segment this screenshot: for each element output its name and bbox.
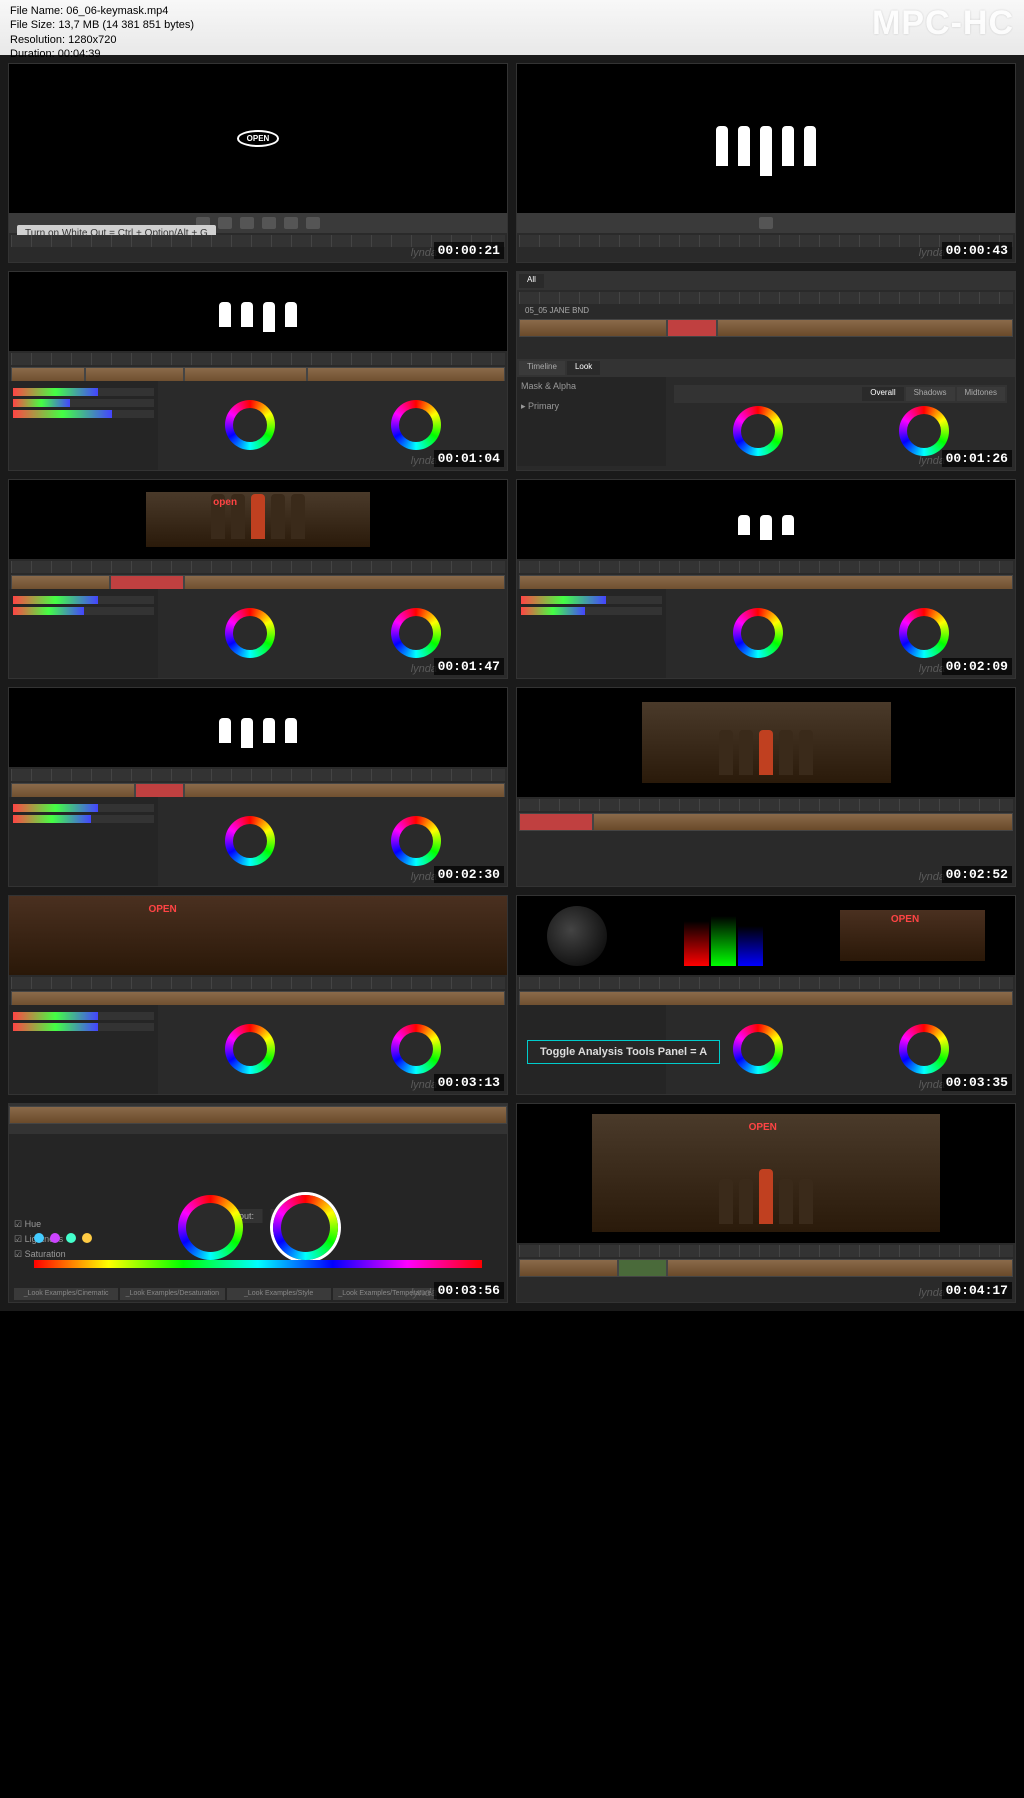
- color-wheel-2[interactable]: [899, 406, 949, 456]
- color-wheel-1[interactable]: [225, 608, 275, 658]
- open-sign-icon: OPEN: [237, 130, 280, 147]
- timestamp: 00:01:26: [942, 450, 1012, 467]
- color-wheel-shadows[interactable]: [225, 400, 275, 450]
- tab-look[interactable]: Look: [567, 361, 600, 375]
- color-wheel-2[interactable]: [899, 1024, 949, 1074]
- look-preset-1[interactable]: _Look Examples/Cinematic: [14, 1288, 118, 1300]
- thumbnail-6[interactable]: lynda 00:02:09: [516, 479, 1016, 679]
- open-neon-sign: open: [213, 497, 237, 508]
- shortcut-tooltip: Toggle Analysis Tools Panel = A: [527, 1040, 720, 1064]
- saturation-checkbox[interactable]: Saturation: [25, 1249, 66, 1259]
- tab-all[interactable]: All: [519, 274, 544, 288]
- thumbnail-8[interactable]: lynda 00:02:52: [516, 687, 1016, 887]
- color-wheel-1[interactable]: [733, 406, 783, 456]
- thumbnail-11[interactable]: Gray-out: None ☑ Hue ☑ Lightness ☑ Satur…: [8, 1103, 508, 1303]
- color-wheel-midtones[interactable]: [391, 400, 441, 450]
- filename-label: File Name:: [10, 5, 63, 17]
- timestamp: 00:02:30: [434, 866, 504, 883]
- loop-icon[interactable]: [306, 217, 320, 229]
- timestamp: 00:02:09: [942, 658, 1012, 675]
- tab-timeline[interactable]: Timeline: [519, 361, 565, 375]
- workspace-tabs[interactable]: All: [517, 272, 1015, 290]
- sequence-name: 05_05 JANE BND: [519, 304, 1013, 317]
- color-wheel-1[interactable]: [225, 1024, 275, 1074]
- play-icon[interactable]: [759, 217, 773, 229]
- hue-slider[interactable]: [34, 1260, 482, 1268]
- file-info-header: File Name: 06_06-keymask.mp4 File Size: …: [0, 0, 1024, 55]
- thumbnail-4[interactable]: All 05_05 JANE BND Timeline Look Mask & …: [516, 271, 1016, 471]
- timestamp: 00:01:47: [434, 658, 504, 675]
- resolution-value: 1280x720: [68, 34, 116, 46]
- timestamp: 00:03:35: [942, 1074, 1012, 1091]
- timestamp: 00:01:04: [434, 450, 504, 467]
- file-metadata: File Name: 06_06-keymask.mp4 File Size: …: [10, 4, 194, 61]
- color-wheel-2[interactable]: [391, 1024, 441, 1074]
- color-wheel-active[interactable]: [273, 1195, 338, 1260]
- look-preset-2[interactable]: _Look Examples/Desaturation: [120, 1288, 224, 1300]
- open-neon-sign: OPEN: [749, 1122, 777, 1133]
- thumbnail-grid: OPEN Turn on White Out = Ctrl + Option/A…: [0, 55, 1024, 1311]
- look-preset-3[interactable]: _Look Examples/Style: [227, 1288, 331, 1300]
- tab-midtones[interactable]: Midtones: [957, 387, 1005, 401]
- color-wheel-1[interactable]: [733, 608, 783, 658]
- timestamp: 00:00:43: [942, 242, 1012, 259]
- thumbnail-5[interactable]: open lynda 00:01:47: [8, 479, 508, 679]
- open-neon-sign: OPEN: [148, 904, 176, 915]
- timestamp: 00:03:56: [434, 1282, 504, 1299]
- hue-checkbox[interactable]: Hue: [25, 1219, 42, 1229]
- thumbnail-9[interactable]: OPEN lynda 00:03:13: [8, 895, 508, 1095]
- color-wheel-2[interactable]: [899, 608, 949, 658]
- color-wheel-1[interactable]: [733, 1024, 783, 1074]
- forward-icon[interactable]: [262, 217, 276, 229]
- rewind-icon[interactable]: [218, 217, 232, 229]
- thumbnail-3[interactable]: lynda 00:01:04: [8, 271, 508, 471]
- rgb-histogram: [651, 906, 796, 966]
- tab-overall[interactable]: Overall: [862, 387, 903, 401]
- play-icon[interactable]: [240, 217, 254, 229]
- color-swatch-3[interactable]: [66, 1233, 76, 1243]
- filesize-value: 13,7 MB (14 381 851 bytes): [58, 19, 194, 31]
- next-icon[interactable]: [284, 217, 298, 229]
- duration-label: Duration:: [10, 48, 55, 60]
- timestamp: 00:04:17: [942, 1282, 1012, 1299]
- thumbnail-10[interactable]: OPEN Toggle Analysis Tools Panel = A lyn…: [516, 895, 1016, 1095]
- timestamp: 00:03:13: [434, 1074, 504, 1091]
- resolution-label: Resolution:: [10, 34, 65, 46]
- color-wheel-1[interactable]: [225, 816, 275, 866]
- filename-value: 06_06-keymask.mp4: [66, 5, 168, 17]
- color-wheel-secondary[interactable]: [178, 1195, 243, 1260]
- primary-layer[interactable]: Primary: [528, 401, 559, 411]
- thumbnail-2[interactable]: lynda 00:00:43: [516, 63, 1016, 263]
- duration-value: 00:04:39: [58, 48, 101, 60]
- thumbnail-7[interactable]: lynda 00:02:30: [8, 687, 508, 887]
- vectorscope-icon: [547, 906, 607, 966]
- tab-shadows[interactable]: Shadows: [906, 387, 955, 401]
- timestamp: 00:00:21: [434, 242, 504, 259]
- color-wheel-2[interactable]: [391, 608, 441, 658]
- thumbnail-1[interactable]: OPEN Turn on White Out = Ctrl + Option/A…: [8, 63, 508, 263]
- filesize-label: File Size:: [10, 19, 55, 31]
- color-wheel-2[interactable]: [391, 816, 441, 866]
- color-swatch-1[interactable]: [34, 1233, 44, 1243]
- mask-alpha-label: Mask & Alpha: [521, 381, 662, 391]
- color-swatch-4[interactable]: [82, 1233, 92, 1243]
- color-swatch-2[interactable]: [50, 1233, 60, 1243]
- open-neon-sign: OPEN: [891, 914, 919, 925]
- playback-controls[interactable]: [517, 213, 1015, 233]
- app-logo: MPC-HC: [872, 4, 1014, 43]
- thumbnail-12[interactable]: OPEN lynda 00:04:17: [516, 1103, 1016, 1303]
- timestamp: 00:02:52: [942, 866, 1012, 883]
